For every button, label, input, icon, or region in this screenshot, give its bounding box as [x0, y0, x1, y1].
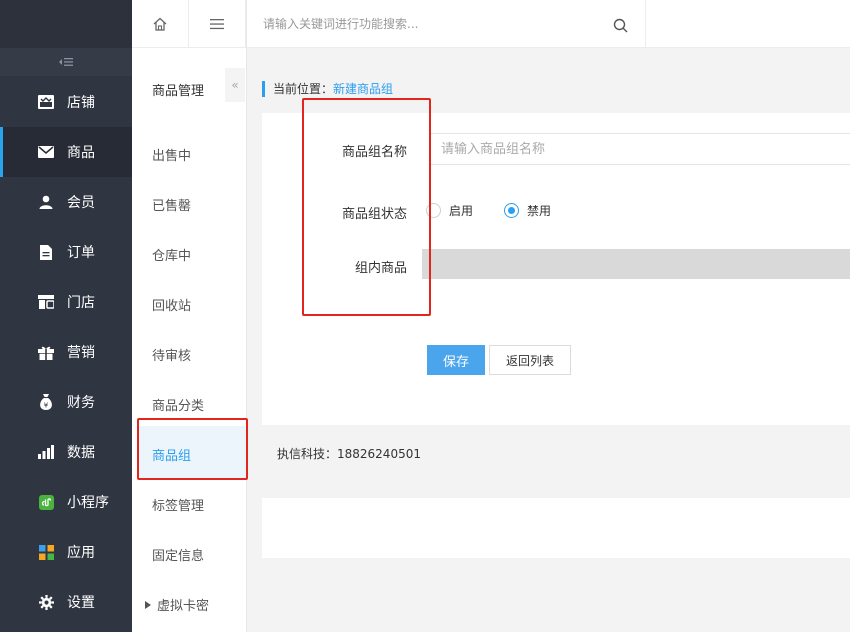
subnav-item-goods-group[interactable]: 商品组 [152, 445, 191, 464]
home-button[interactable] [132, 0, 189, 48]
subnav-item-virtual-cards[interactable]: 虚拟卡密 [145, 595, 209, 614]
breadcrumb: 当前位置：新建商品组 [262, 81, 393, 97]
subnav-item-fixed-info[interactable]: 固定信息 [152, 545, 204, 564]
main-sidebar: 店铺 商品 会员 订单 门店 营销 ¥ 财务 数据 小程序 应用 设置 [0, 0, 132, 632]
status-radio-enabled[interactable]: 启用 [426, 202, 473, 219]
subnav-item-categories[interactable]: 商品分类 [152, 395, 204, 414]
sidebar-item-label: 店铺 [67, 95, 95, 111]
sidebar-item-mini-program[interactable]: 小程序 [0, 477, 132, 527]
sidebar-item-label: 商品 [67, 145, 95, 161]
collapse-menu-icon [59, 58, 73, 66]
radio-label: 启用 [449, 204, 474, 218]
sidebar-item-stores[interactable]: 门店 [0, 277, 132, 327]
radio-circle [426, 203, 441, 218]
back-to-list-button[interactable]: 返回列表 [489, 345, 571, 375]
group-goods-selector[interactable] [422, 249, 850, 279]
sidebar-item-label: 应用 [67, 545, 95, 561]
sidebar-item-marketing[interactable]: 营销 [0, 327, 132, 377]
status-radio-disabled[interactable]: 禁用 [504, 202, 551, 219]
svg-text:¥: ¥ [44, 402, 49, 410]
document-icon [37, 243, 55, 261]
breadcrumb-prefix: 当前位置： [273, 82, 334, 96]
subnav-item-pending-review[interactable]: 待审核 [152, 345, 191, 364]
secondary-sidebar-top [132, 0, 246, 48]
sidebar-collapse-toggle[interactable] [0, 48, 132, 76]
top-search-bar [247, 0, 850, 48]
group-status-label: 商品组状态 [341, 207, 407, 222]
sidebar-item-label: 门店 [67, 295, 95, 311]
home-icon [153, 17, 167, 31]
sidebar-logo-area [0, 0, 132, 48]
subnav-item-label: 虚拟卡密 [157, 599, 210, 614]
store-icon [37, 93, 55, 111]
sidebar-item-finance[interactable]: ¥ 财务 [0, 377, 132, 427]
subnav-item-recycle-bin[interactable]: 回收站 [152, 295, 191, 314]
gift-icon [37, 343, 55, 361]
secondary-sidebar-title: 商品管理 [152, 84, 205, 99]
sidebar-item-label: 营销 [67, 345, 95, 361]
radio-label: 禁用 [527, 204, 552, 218]
group-name-input[interactable] [430, 133, 850, 165]
group-goods-label: 组内商品 [354, 261, 407, 276]
company-contact: 执信科技：18826240501 [277, 447, 421, 461]
sidebar-item-label: 财务 [67, 395, 95, 411]
sidebar-item-orders[interactable]: 订单 [0, 227, 132, 277]
sidebar-item-label: 数据 [67, 445, 95, 461]
sidebar-item-store[interactable]: 店铺 [0, 77, 132, 127]
sidebar-item-members[interactable]: 会员 [0, 177, 132, 227]
gear-icon [37, 593, 55, 611]
mini-program-icon [37, 493, 55, 511]
breadcrumb-current[interactable]: 新建商品组 [333, 82, 393, 96]
fold-subnav-button[interactable]: « [225, 68, 245, 102]
caret-right-icon [145, 600, 151, 609]
search-button[interactable] [607, 12, 633, 38]
radio-circle-selected [504, 203, 519, 218]
double-chevron-left-icon: « [231, 78, 239, 92]
menu-button[interactable] [189, 0, 246, 48]
sidebar-item-apps[interactable]: 应用 [0, 527, 132, 577]
hamburger-menu-icon [210, 19, 224, 30]
subnav-item-on-sale[interactable]: 出售中 [152, 145, 191, 164]
search-icon [613, 18, 627, 32]
mail-icon [37, 143, 55, 161]
secondary-sidebar: 商品管理 « 出售中 已售罄 仓库中 回收站 待审核 商品分类 商品组 标签管理… [132, 0, 247, 632]
sidebar-item-label: 小程序 [67, 495, 109, 511]
sidebar-item-data[interactable]: 数据 [0, 427, 132, 477]
subnav-item-sold-out[interactable]: 已售罄 [152, 195, 191, 214]
group-name-label: 商品组名称 [341, 145, 407, 160]
footer-card [262, 498, 850, 558]
sidebar-item-label: 订单 [67, 245, 95, 261]
subnav-item-warehouse[interactable]: 仓库中 [152, 245, 191, 264]
apps-icon [37, 543, 55, 561]
sidebar-item-settings[interactable]: 设置 [0, 577, 132, 627]
user-icon [37, 193, 55, 211]
sidebar-item-goods[interactable]: 商品 [0, 127, 132, 177]
sidebar-item-label: 设置 [67, 595, 95, 611]
shop-icon [37, 293, 55, 311]
sidebar-item-label: 会员 [67, 195, 95, 211]
topbar-divider [645, 0, 646, 48]
money-bag-icon: ¥ [37, 393, 55, 411]
function-search-input[interactable] [263, 12, 603, 36]
goods-group-form: 商品组名称 商品组状态 启用 禁用 组内商品 保存 返回列表 [262, 113, 850, 425]
bar-chart-icon [37, 443, 55, 461]
save-button[interactable]: 保存 [427, 345, 485, 375]
subnav-item-tags[interactable]: 标签管理 [152, 495, 204, 514]
